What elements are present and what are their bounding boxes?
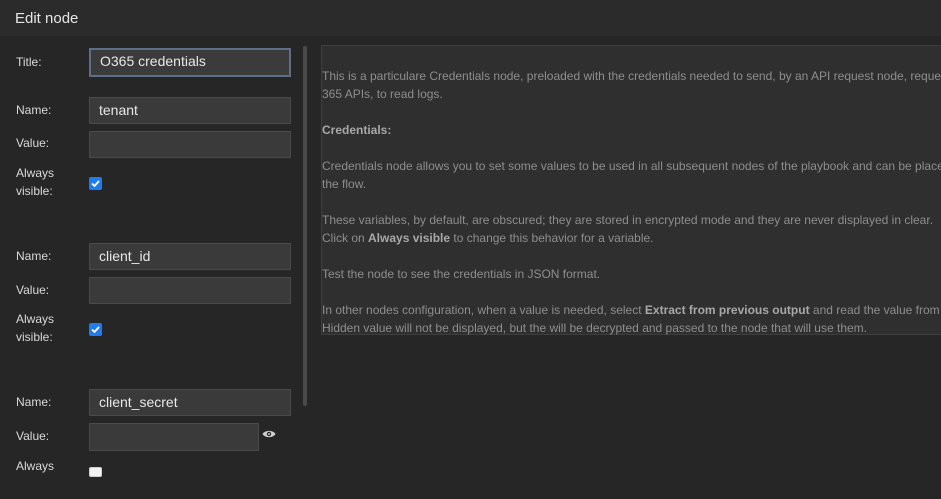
name-label: Name: — [16, 395, 52, 409]
name-input-client-secret[interactable]: client_secret — [89, 389, 291, 416]
always-visible-checkbox-tenant[interactable] — [89, 177, 102, 190]
help-panel: This is a particulare Credentials node, … — [321, 45, 941, 335]
help-p4-line2-post: to change this behavior for a variable. — [450, 231, 654, 245]
always-visible-checkbox-client-secret[interactable] — [89, 467, 102, 477]
always-visible-label-2: visible: — [16, 330, 53, 344]
always-visible-checkbox-client-id[interactable] — [89, 323, 102, 336]
help-p6-bold: Extract from previous output — [644, 303, 810, 317]
value-input-client-secret[interactable] — [89, 423, 259, 451]
value-input-tenant[interactable] — [89, 131, 291, 158]
value-label: Value: — [16, 429, 50, 443]
title-label: Title: — [16, 55, 42, 69]
help-p3-line2: the flow. — [322, 177, 367, 191]
dialog-header: Edit node — [0, 0, 941, 36]
help-p1-line2: 365 APIs, to read logs. — [322, 87, 443, 101]
help-credentials-heading: Credentials: — [322, 123, 392, 137]
form-scrollbar[interactable] — [303, 46, 307, 406]
value-label: Value: — [16, 283, 50, 297]
help-p6-line1-pre: In other nodes configuration, when a val… — [322, 303, 645, 317]
dialog-title: Edit node — [15, 10, 79, 27]
help-p4-line2-pre: Click on — [322, 231, 369, 245]
help-p4-bold: Always visible — [368, 231, 451, 245]
value-label: Value: — [16, 136, 50, 150]
always-visible-label: Always — [16, 312, 55, 326]
check-icon — [91, 180, 100, 188]
help-p5: Test the node to see the credentials in … — [322, 267, 601, 281]
title-input[interactable]: O365 credentials — [89, 48, 291, 77]
help-p4-line1: These variables, by default, are obscure… — [322, 213, 934, 227]
help-p1-line1: This is a particulare Credentials node, … — [322, 69, 941, 83]
check-icon — [91, 326, 100, 334]
always-visible-label: Always — [16, 459, 55, 473]
name-label: Name: — [16, 103, 52, 117]
name-label: Name: — [16, 249, 52, 263]
help-p3-line1: Credentials node allows you to set some … — [322, 159, 941, 173]
name-input-tenant[interactable]: tenant — [89, 97, 291, 124]
name-input-client-id[interactable]: client_id — [89, 243, 291, 270]
always-visible-label: Always — [16, 166, 55, 180]
help-p6-line1-post: and read the value from this — [812, 303, 941, 317]
value-input-client-id[interactable] — [89, 277, 291, 304]
help-text: This is a particulare Credentials node, … — [322, 67, 941, 355]
always-visible-label-2: visible: — [16, 184, 53, 198]
help-p6-line2: Hidden value will not be displayed, but … — [322, 321, 868, 335]
eye-icon[interactable] — [262, 429, 276, 439]
